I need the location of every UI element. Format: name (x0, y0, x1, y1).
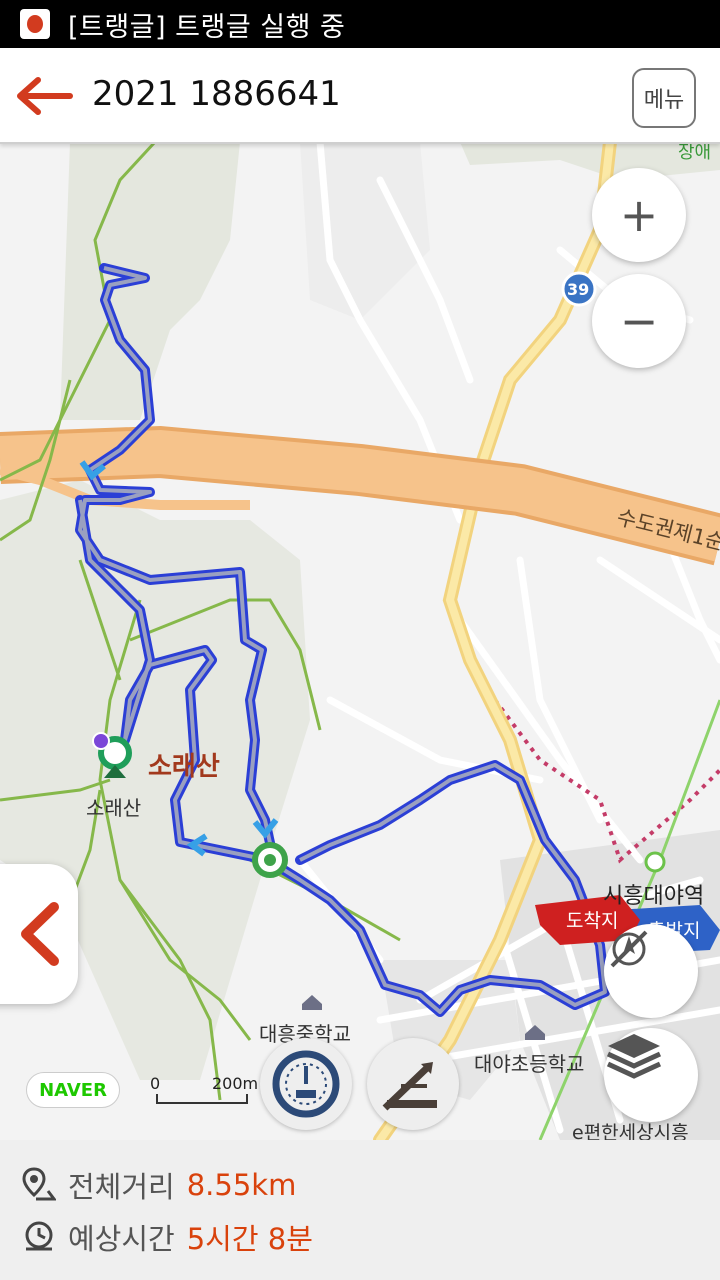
naver-logo: NAVER (26, 1072, 120, 1108)
distance-row: 전체거리 8.55km (22, 1160, 296, 1210)
scale-line (156, 1094, 248, 1104)
back-arrow-icon[interactable] (16, 76, 74, 116)
side-panel-tab[interactable] (0, 864, 78, 1004)
location-pin-icon (22, 1167, 56, 1201)
compass-off-icon (610, 930, 648, 968)
zoom-out-icon: − (619, 294, 659, 348)
scale-end: 200m (212, 1074, 259, 1093)
mountain-name-label: 소래산 (148, 752, 220, 782)
title-bar: 2021 1886641 메뉴 (0, 48, 720, 144)
station-icon (644, 851, 666, 873)
distance-value: 8.55km (186, 1168, 297, 1202)
speed-gauge-icon (272, 1050, 340, 1118)
distance-label: 전체거리 (68, 1170, 175, 1204)
trangle-app-icon (20, 9, 50, 39)
clock-icon (25, 1221, 53, 1251)
speed-gauge-button[interactable] (260, 1038, 352, 1130)
layers-button[interactable] (604, 1028, 698, 1122)
compass-toggle-button[interactable] (604, 924, 698, 1018)
edge-label: 장애 (678, 142, 712, 163)
elevation-button[interactable] (367, 1038, 459, 1130)
status-bar: [트랭글] 트랭글 실행 중 (0, 0, 720, 48)
route-info-panel: 전체거리 8.55km 예상시간 5시간 8분 (0, 1140, 720, 1280)
layers-icon (606, 1034, 662, 1079)
route-sign-label: 39 (567, 280, 590, 299)
scale-bar: 0 200m (150, 1074, 258, 1106)
chevron-left-icon (21, 902, 59, 966)
summit-label: 소래산 (86, 796, 142, 820)
map-view[interactable]: 소래산 소래산 39 수도권제1순 시흥대야역 도착지 출발지 대흥중학교 대야… (0, 142, 720, 1140)
rail-line (448, 589, 720, 864)
status-text: [트랭글] 트랭글 실행 중 (68, 11, 346, 43)
zoom-out-button[interactable]: − (592, 274, 686, 368)
menu-button[interactable]: 메뉴 (632, 68, 696, 128)
time-row: 예상시간 5시간 8분 (22, 1212, 313, 1262)
scale-start: 0 (150, 1074, 161, 1093)
time-label: 예상시간 (68, 1222, 175, 1256)
school-icon (302, 995, 322, 1010)
school-label-daeya: 대야초등학교 (474, 1052, 585, 1076)
zoom-in-button[interactable]: + (592, 168, 686, 262)
peak-badge-icon (92, 732, 110, 750)
zoom-in-icon: + (619, 188, 659, 242)
elevation-icon (382, 1062, 437, 1111)
page-title: 2021 1886641 (92, 74, 341, 114)
time-value: 5시간 8분 (186, 1222, 313, 1256)
apartment-label: e편한세상시흥 (572, 1122, 689, 1140)
